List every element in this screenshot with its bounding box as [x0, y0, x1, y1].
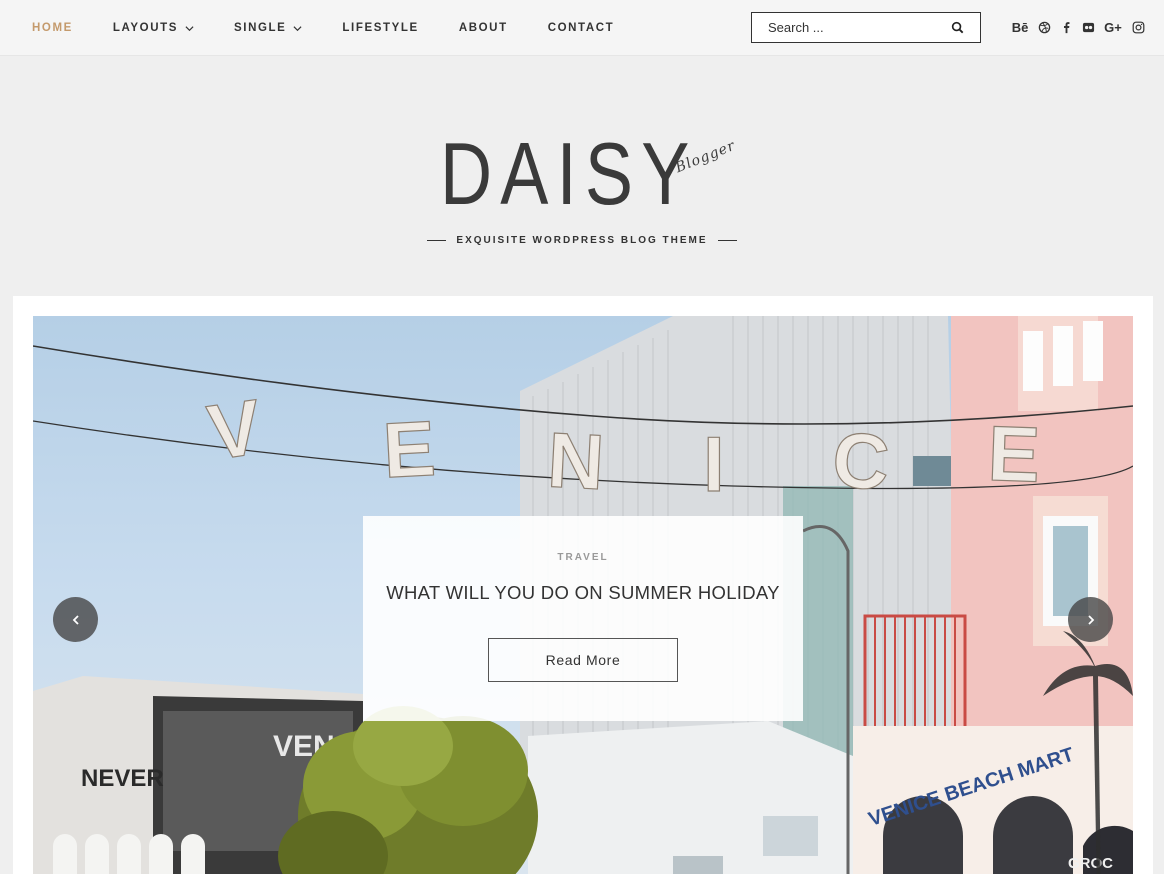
- sign-letter-c: C: [830, 415, 892, 507]
- social-links: Bē G+: [1010, 18, 1152, 36]
- nav-contact[interactable]: CONTACT: [548, 22, 615, 34]
- slider-next-button[interactable]: [1068, 597, 1113, 642]
- site-header: DAISY Blogger EXQUISITE WORDPRESS BLOG T…: [0, 57, 1164, 296]
- sign-letter-i: I: [703, 420, 725, 508]
- tagline-text: EXQUISITE WORDPRESS BLOG THEME: [456, 235, 708, 246]
- nav-home[interactable]: HOME: [32, 22, 73, 34]
- nav-single-label: SINGLE: [234, 22, 287, 34]
- sign-letter-e2: E: [986, 409, 1041, 499]
- search-icon[interactable]: [951, 21, 964, 34]
- slide-image: VENICE BEACH MART GROC NEVER VEN V E N I…: [33, 316, 1133, 874]
- nav-single[interactable]: SINGLE: [234, 22, 302, 34]
- chevron-right-icon: [1087, 614, 1094, 625]
- flickr-icon[interactable]: [1080, 18, 1096, 36]
- chevron-down-icon: [293, 25, 302, 31]
- nav-home-label: HOME: [32, 22, 73, 34]
- slide-caption: TRAVEL WHAT WILL YOU DO ON SUMMER HOLIDA…: [363, 516, 803, 721]
- nav-contact-label: CONTACT: [547, 22, 615, 34]
- mural-text-never: NEVER: [81, 765, 164, 792]
- dribbble-icon[interactable]: [1036, 18, 1052, 36]
- slide-category[interactable]: TRAVEL: [363, 552, 803, 563]
- nav-lifestyle-label: LIFESTYLE: [342, 22, 419, 34]
- instagram-icon[interactable]: [1130, 18, 1146, 36]
- sign-letter-v: V: [203, 382, 267, 476]
- nav-lifestyle[interactable]: LIFESTYLE: [342, 22, 418, 34]
- slider-prev-button[interactable]: [53, 597, 98, 642]
- nav-layouts[interactable]: LAYOUTS: [113, 22, 194, 34]
- read-more-button[interactable]: Read More: [488, 638, 678, 682]
- site-logo[interactable]: DAISY Blogger: [440, 129, 740, 219]
- search-box: [751, 12, 981, 43]
- mural-text-groc: GROC: [1068, 855, 1113, 872]
- chevron-down-icon: [185, 25, 194, 31]
- main-nav: HOME LAYOUTS SINGLE LIFESTYLE ABOUT CONT…: [32, 0, 654, 56]
- logo-wordmark: DAISY: [440, 124, 698, 223]
- sign-letter-n: N: [545, 415, 606, 506]
- slide-title[interactable]: WHAT WILL YOU DO ON SUMMER HOLIDAY: [363, 582, 803, 604]
- nav-about[interactable]: ABOUT: [459, 22, 508, 34]
- facebook-icon[interactable]: [1058, 18, 1074, 36]
- nav-layouts-label: LAYOUTS: [112, 22, 178, 34]
- featured-slider: VENICE BEACH MART GROC NEVER VEN V E N I…: [13, 296, 1153, 874]
- sign-letter-e: E: [381, 404, 438, 495]
- site-tagline: EXQUISITE WORDPRESS BLOG THEME: [0, 235, 1164, 246]
- google-plus-icon[interactable]: G+: [1102, 18, 1124, 36]
- nav-about-label: ABOUT: [458, 22, 508, 34]
- top-navigation-bar: HOME LAYOUTS SINGLE LIFESTYLE ABOUT CONT…: [0, 0, 1164, 56]
- search-input[interactable]: [752, 20, 937, 35]
- chevron-left-icon: [72, 614, 79, 625]
- behance-icon[interactable]: Bē: [1010, 18, 1030, 36]
